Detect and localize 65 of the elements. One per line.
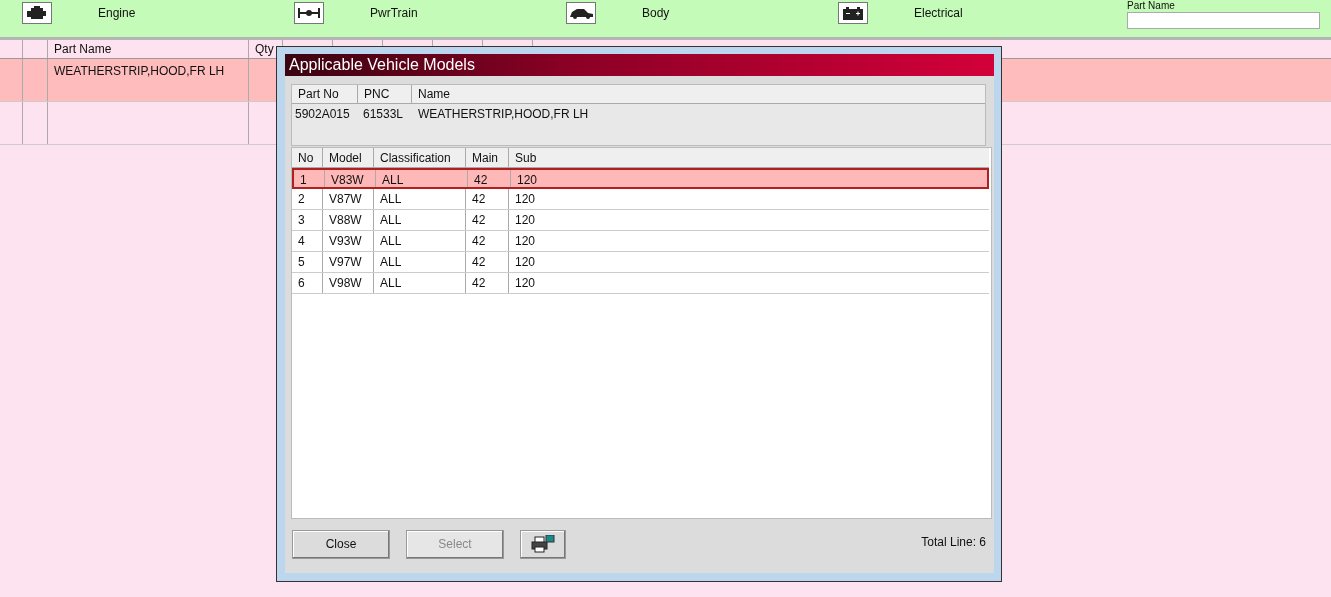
- category-label[interactable]: PwrTrain: [370, 5, 418, 20]
- column-header: No: [292, 148, 323, 167]
- table-cell-text: 120: [516, 172, 539, 187]
- table-cell: V88W: [323, 210, 374, 230]
- table-cell: V98W: [323, 273, 374, 293]
- table-cell-text: 120: [514, 233, 537, 250]
- part-name-field[interactable]: [1127, 12, 1320, 29]
- table-cell: ALL: [374, 210, 466, 230]
- search-label: Part Name: [1127, 0, 1176, 11]
- column-header: PNC: [358, 85, 412, 103]
- table-cell-text: 120: [514, 191, 537, 208]
- table-row[interactable]: 5 V97W ALL 42 120: [292, 252, 989, 273]
- table-cell-text: 120: [514, 275, 537, 292]
- table-row[interactable]: 3 V88W ALL 42 120: [292, 210, 989, 231]
- table-cell: V87W: [323, 189, 374, 209]
- table-cell-text: 120: [514, 254, 537, 271]
- table-cell: 3: [292, 210, 323, 230]
- table-cell: 42: [466, 252, 509, 272]
- table-cell: V97W: [323, 252, 374, 272]
- table-cell: ALL: [374, 189, 466, 209]
- engine-icon: [25, 3, 49, 22]
- category-label[interactable]: Engine: [98, 5, 136, 20]
- drivetrain-button[interactable]: [294, 1, 324, 24]
- column-header: Name: [417, 86, 451, 103]
- engine-button[interactable]: [22, 1, 52, 24]
- info-value: 61533L: [362, 106, 405, 121]
- table-cell: 5: [292, 252, 323, 272]
- table-cell: 42: [466, 189, 509, 209]
- table-cell: ALL: [374, 273, 466, 293]
- printer-icon: [531, 535, 555, 553]
- column-header: Classification: [374, 148, 466, 167]
- table-row[interactable]: 4 V93W ALL 42 120: [292, 231, 989, 252]
- table-cell: V83W: [325, 170, 376, 187]
- table-cell: ALL: [374, 231, 466, 251]
- category-label[interactable]: Electrical: [914, 5, 963, 20]
- battery-button[interactable]: [838, 1, 868, 24]
- column-header: Model: [323, 148, 374, 167]
- column-header: Main: [466, 148, 509, 167]
- table-row[interactable]: 6 V98W ALL 42 120: [292, 273, 989, 294]
- column-header: Sub: [514, 150, 538, 167]
- column-header: Part Name: [48, 40, 249, 58]
- table-cell: WEATHERSTRIP,HOOD,FR LH: [54, 64, 225, 78]
- table-cell: 42: [466, 231, 509, 251]
- category-label[interactable]: Body: [642, 5, 670, 20]
- table-cell: 4: [292, 231, 323, 251]
- table-cell: 42: [468, 170, 511, 187]
- table-cell-text: 120: [514, 212, 537, 229]
- table-row[interactable]: 1 V83W ALL 42 120: [292, 168, 989, 189]
- info-value: 5902A015: [294, 106, 351, 121]
- table-row[interactable]: 2 V87W ALL 42 120: [292, 189, 989, 210]
- table-cell: 2: [292, 189, 323, 209]
- table-cell: V93W: [323, 231, 374, 251]
- dialog-title: Applicable Vehicle Models: [285, 54, 994, 76]
- info-value: WEATHERSTRIP,HOOD,FR LH: [417, 106, 590, 121]
- print-button[interactable]: [520, 529, 566, 559]
- table-cell: 6: [292, 273, 323, 293]
- dialog-button[interactable]: Close: [292, 529, 390, 559]
- table-cell: ALL: [376, 170, 468, 187]
- table-cell: ALL: [374, 252, 466, 272]
- table-cell: 1: [294, 170, 325, 187]
- table-cell: 42: [466, 273, 509, 293]
- table-cell: 42: [466, 210, 509, 230]
- column-header: Part No: [292, 85, 358, 103]
- total-count: Total Line: 6: [921, 535, 986, 549]
- car-button[interactable]: [566, 1, 596, 24]
